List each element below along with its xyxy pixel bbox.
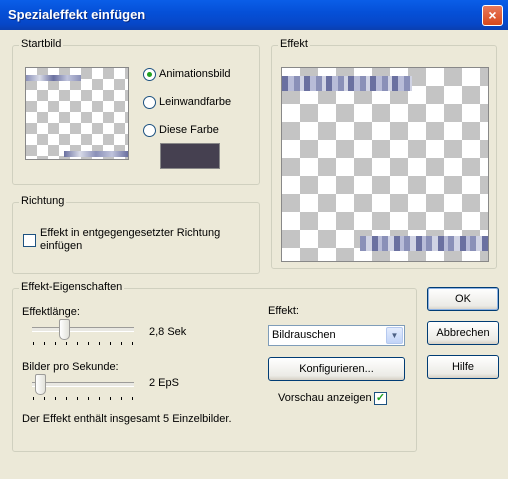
- richtung-label: Richtung: [19, 195, 67, 207]
- startbild-strip-top: [26, 75, 81, 81]
- effektlaenge-label: Effektlänge:: [22, 306, 80, 318]
- chevron-down-icon[interactable]: ▼: [386, 327, 403, 344]
- richtung-checkbox[interactable]: [23, 234, 36, 247]
- effekt-summary: Der Effekt enthält insgesamt 5 Einzelbil…: [22, 413, 232, 425]
- radio-leinwandfarbe-label: Leinwandfarbe: [159, 96, 232, 108]
- fps-slider-thumb[interactable]: [35, 374, 46, 395]
- configure-button[interactable]: Konfigurieren...: [268, 357, 405, 381]
- title-bar[interactable]: Spezialeffekt einfügen ×: [0, 0, 508, 30]
- richtung-checkbox-label-2: einfügen: [40, 240, 83, 252]
- eigenschaften-group: Effekt-Eigenschaften Effektlänge: 2,8 Se…: [12, 281, 417, 452]
- cancel-button[interactable]: Abbrechen: [427, 321, 499, 345]
- effekt-preview: [281, 67, 489, 262]
- radio-animationsbild-label: Animationsbild: [159, 68, 231, 80]
- startbild-checker: [26, 68, 128, 159]
- effekt-strip-bottom: [360, 236, 488, 251]
- startbild-label: Startbild: [19, 38, 64, 50]
- vorschau-label: Vorschau anzeigen: [278, 392, 372, 404]
- ok-button[interactable]: OK: [427, 287, 499, 311]
- fps-value: 2 EpS: [149, 377, 179, 389]
- startbild-group: Startbild Animationsbild Leinwandfarbe D…: [12, 38, 260, 185]
- richtung-checkbox-label-1: Effekt in entgegengesetzter Richtung: [40, 227, 221, 239]
- color-swatch[interactable]: [160, 143, 220, 169]
- startbild-preview: [25, 67, 129, 160]
- effektlaenge-slider-track[interactable]: [32, 327, 134, 332]
- effekt-select-label: Effekt:: [268, 305, 299, 317]
- radio-animationsbild[interactable]: [143, 68, 156, 81]
- close-button[interactable]: ×: [482, 5, 503, 26]
- window-title: Spezialeffekt einfügen: [8, 7, 146, 22]
- effekt-strip-top: [282, 76, 412, 91]
- effekt-checker: [282, 68, 488, 261]
- close-icon: ×: [488, 7, 497, 23]
- eigenschaften-label: Effekt-Eigenschaften: [19, 281, 125, 293]
- dialog-window: Spezialeffekt einfügen × Startbild Anima…: [0, 0, 508, 479]
- fps-ticks: [33, 397, 133, 401]
- effekt-select[interactable]: Bildrauschen ▼: [268, 325, 405, 346]
- effekt-select-value: Bildrauschen: [272, 329, 336, 341]
- radio-diese-farbe-label: Diese Farbe: [159, 124, 219, 136]
- startbild-strip-bottom: [64, 151, 128, 157]
- fps-slider-track[interactable]: [32, 382, 134, 387]
- radio-diese-farbe[interactable]: [143, 124, 156, 137]
- effekt-preview-group: Effekt: [271, 38, 497, 269]
- effektlaenge-slider-thumb[interactable]: [59, 319, 70, 340]
- radio-leinwandfarbe[interactable]: [143, 96, 156, 109]
- fps-label: Bilder pro Sekunde:: [22, 361, 119, 373]
- effekt-preview-label: Effekt: [278, 38, 310, 50]
- effektlaenge-ticks: [33, 342, 133, 346]
- check-icon: ✓: [375, 392, 386, 404]
- help-button[interactable]: Hilfe: [427, 355, 499, 379]
- vorschau-checkbox[interactable]: ✓: [374, 392, 387, 405]
- richtung-group: Richtung Effekt in entgegengesetzter Ric…: [12, 195, 260, 274]
- effektlaenge-value: 2,8 Sek: [149, 326, 187, 338]
